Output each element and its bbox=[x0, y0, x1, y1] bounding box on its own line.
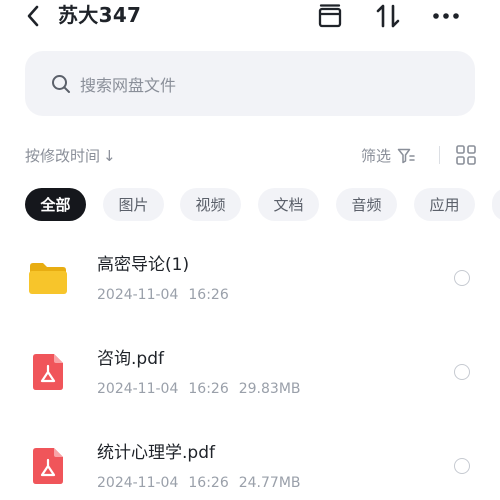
file-date: 2024-11-04 bbox=[97, 287, 179, 303]
list-item[interactable]: 高密导论(1) 2024-11-04 16:26 bbox=[0, 232, 500, 326]
tab-audio[interactable]: 音频 bbox=[336, 188, 397, 221]
tab-images[interactable]: 图片 bbox=[103, 188, 164, 221]
more-dots-icon bbox=[433, 13, 459, 19]
tab-documents[interactable]: 文档 bbox=[258, 188, 319, 221]
file-size: 29.83MB bbox=[238, 381, 301, 397]
select-radio[interactable] bbox=[454, 458, 470, 474]
chevron-left-icon bbox=[27, 5, 39, 27]
file-meta: 2024-11-04 16:26 29.83MB bbox=[97, 380, 311, 398]
file-name: 统计心理学.pdf bbox=[97, 443, 215, 463]
sort-filter-row: 按修改时间 ↓ 筛选 bbox=[25, 143, 477, 167]
sort-button[interactable] bbox=[374, 2, 402, 30]
select-radio[interactable] bbox=[454, 364, 470, 380]
select-radio[interactable] bbox=[454, 270, 470, 286]
category-tabs: 全部 图片 视频 文档 音频 应用 bbox=[25, 188, 500, 221]
file-name: 咨询.pdf bbox=[97, 349, 164, 369]
grid-view-icon bbox=[456, 145, 476, 165]
tab-more-partial[interactable] bbox=[492, 188, 500, 221]
tab-all[interactable]: 全部 bbox=[25, 188, 86, 221]
sort-by-modified-button[interactable]: 按修改时间 ↓ bbox=[25, 145, 116, 166]
archive-button[interactable] bbox=[316, 2, 344, 30]
sort-label: 按修改时间 bbox=[25, 147, 101, 165]
file-time: 16:26 bbox=[188, 287, 229, 303]
pdf-file-icon bbox=[28, 446, 68, 486]
pdf-file-icon bbox=[28, 352, 68, 392]
archive-box-icon bbox=[318, 4, 342, 28]
list-item[interactable]: 统计心理学.pdf 2024-11-04 16:26 24.77MB bbox=[0, 420, 500, 500]
more-button[interactable] bbox=[432, 2, 460, 30]
sort-direction-arrow: ↓ bbox=[103, 146, 116, 165]
filter-label: 筛选 bbox=[361, 147, 392, 165]
file-time: 16:26 bbox=[188, 475, 229, 491]
search-placeholder: 搜索网盘文件 bbox=[80, 75, 177, 95]
folder-icon bbox=[28, 258, 68, 298]
sort-arrows-icon bbox=[376, 4, 400, 28]
file-date: 2024-11-04 bbox=[97, 475, 179, 491]
tab-apps[interactable]: 应用 bbox=[414, 188, 475, 221]
file-time: 16:26 bbox=[188, 381, 229, 397]
list-item[interactable]: 咨询.pdf 2024-11-04 16:26 29.83MB bbox=[0, 326, 500, 420]
back-button[interactable] bbox=[22, 4, 44, 28]
file-meta: 2024-11-04 16:26 bbox=[97, 286, 239, 304]
grid-view-button[interactable] bbox=[455, 144, 477, 166]
file-name: 高密导论(1) bbox=[97, 255, 190, 275]
search-bar[interactable]: 搜索网盘文件 bbox=[25, 51, 475, 116]
page-title: 苏大347 bbox=[58, 3, 142, 27]
filter-icon bbox=[397, 147, 415, 165]
tab-videos[interactable]: 视频 bbox=[180, 188, 241, 221]
file-date: 2024-11-04 bbox=[97, 381, 179, 397]
divider bbox=[439, 146, 440, 164]
filter-button[interactable]: 筛选 bbox=[361, 145, 415, 166]
file-meta: 2024-11-04 16:26 24.77MB bbox=[97, 474, 311, 492]
search-icon bbox=[51, 74, 71, 94]
file-size: 24.77MB bbox=[238, 475, 301, 491]
top-bar: 苏大347 bbox=[0, 0, 500, 32]
